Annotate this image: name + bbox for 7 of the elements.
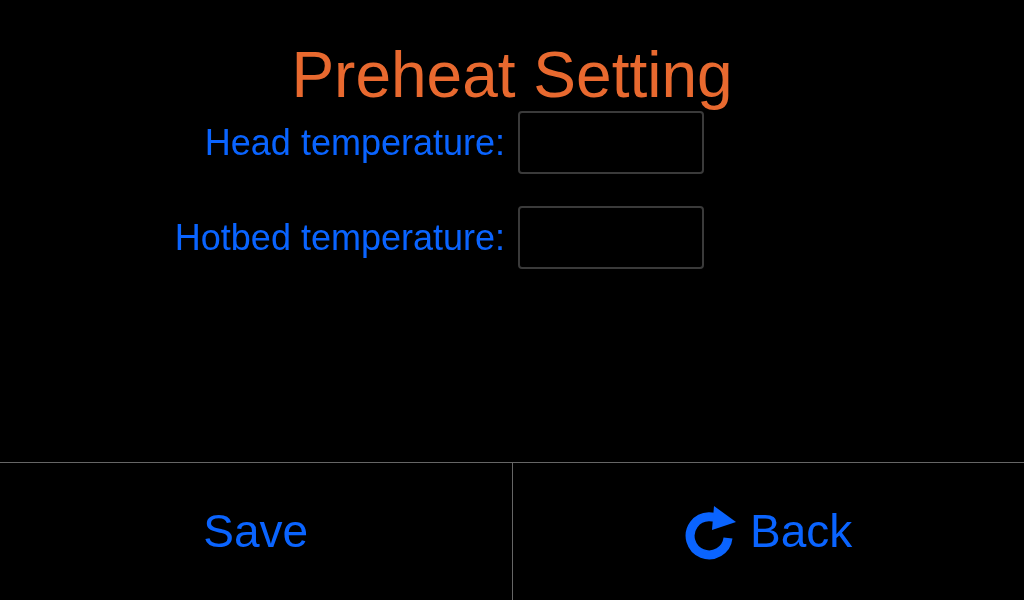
input-field[interactable] — [518, 206, 704, 269]
input-field[interactable] — [518, 111, 704, 174]
field-label: Hotbed temperature: — [173, 215, 505, 260]
field-label: Head temperature: — [203, 120, 505, 165]
screen-title: Preheat Setting — [291, 38, 733, 112]
save-button[interactable]: Save — [0, 463, 512, 600]
back-button[interactable]: Back — [511, 463, 1024, 600]
